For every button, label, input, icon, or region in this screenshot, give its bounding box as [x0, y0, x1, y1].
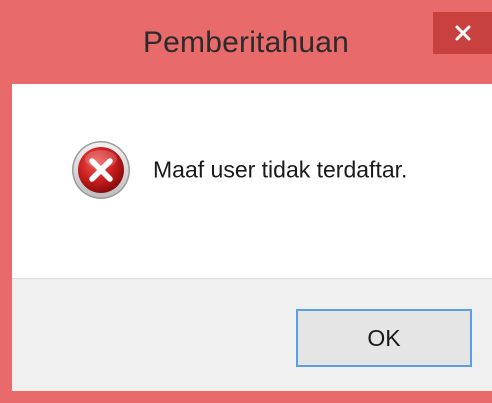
- title-bar[interactable]: Pemberitahuan: [0, 0, 492, 84]
- ok-button[interactable]: OK: [296, 309, 472, 367]
- button-bar: OK: [12, 278, 492, 391]
- close-icon: [455, 25, 470, 41]
- message-text: Maaf user tidak terdaftar.: [153, 156, 408, 183]
- dialog-body: Maaf user tidak terdaftar. OK: [12, 84, 492, 391]
- dialog-title: Pemberitahuan: [142, 26, 350, 59]
- error-icon: [72, 141, 130, 199]
- message-area: Maaf user tidak terdaftar.: [12, 84, 492, 278]
- close-button[interactable]: [433, 12, 492, 54]
- dialog-window: Pemberitahuan Maaf user tidak terdaftar.…: [0, 0, 492, 403]
